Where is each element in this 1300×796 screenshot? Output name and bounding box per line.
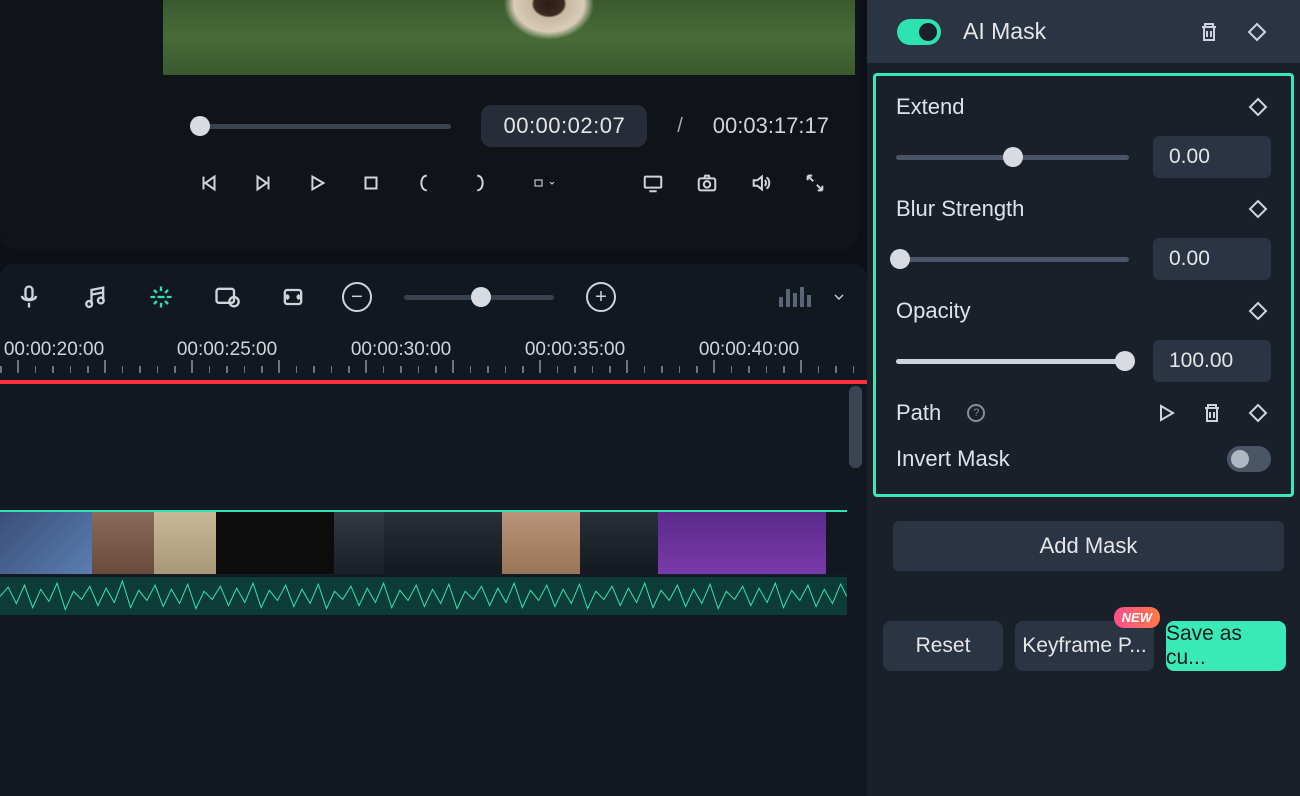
clip-thumb[interactable] (658, 512, 826, 574)
step-forward-icon[interactable] (249, 169, 277, 197)
extend-slider[interactable] (896, 155, 1129, 160)
timeline-ruler[interactable]: 00:00:20:00 00:00:25:00 00:00:30:00 00:0… (0, 332, 867, 382)
mark-out-icon[interactable] (465, 169, 493, 197)
chevron-down-icon[interactable] (831, 280, 847, 314)
clip-thumb[interactable] (502, 512, 580, 574)
save-as-custom-button[interactable]: Save as cu... (1166, 621, 1286, 671)
invert-mask-label: Invert Mask (896, 446, 1010, 472)
blur-value[interactable]: 0.00 (1153, 238, 1271, 280)
preview-section: 00:00:02:07 / 00:03:17:17 (0, 0, 859, 250)
record-screen-icon[interactable] (210, 280, 244, 314)
duration: 00:03:17:17 (713, 113, 829, 139)
add-mask-button[interactable]: Add Mask (893, 521, 1284, 571)
track-view-icon[interactable] (779, 287, 811, 307)
clip-thumb[interactable] (334, 512, 384, 574)
keyframe-diamond-icon[interactable] (1244, 19, 1270, 45)
opacity-slider[interactable] (896, 359, 1129, 364)
step-back-icon[interactable] (195, 169, 223, 197)
help-icon[interactable]: ? (967, 404, 985, 422)
keyframe-diamond-icon[interactable] (1245, 298, 1271, 324)
panel-title: AI Mask (963, 18, 1174, 45)
timeline-scrollbar[interactable] (849, 386, 862, 468)
clip-thumb[interactable] (92, 512, 154, 574)
slider-handle[interactable] (1003, 147, 1023, 167)
clip-thumb[interactable] (580, 512, 658, 574)
timeline: 00:00:20:00 00:00:25:00 00:00:30:00 00:0… (0, 332, 867, 796)
play-icon[interactable] (303, 169, 331, 197)
keyframe-diamond-icon[interactable] (1245, 400, 1271, 426)
time-separator: / (677, 115, 683, 138)
ripple-icon[interactable] (276, 280, 310, 314)
fullscreen-icon[interactable] (801, 169, 829, 197)
keyframe-diamond-icon[interactable] (1245, 94, 1271, 120)
mask-properties-box: Extend 0.00 Blur Strength 0.00 (873, 73, 1294, 497)
stop-icon[interactable] (357, 169, 385, 197)
slider-handle[interactable] (1115, 351, 1135, 371)
timeline-toolbar: − + (0, 264, 867, 332)
mark-in-icon[interactable] (411, 169, 439, 197)
scrubber-handle[interactable] (190, 116, 210, 136)
reset-button[interactable]: Reset (883, 621, 1003, 671)
opacity-label: Opacity (896, 298, 971, 324)
crop-dropdown-icon[interactable] (519, 169, 571, 197)
audio-track[interactable] (0, 577, 847, 615)
clip-thumb[interactable] (0, 512, 92, 574)
new-badge: NEW (1114, 607, 1160, 628)
path-label: Path (896, 400, 941, 426)
auto-beat-icon[interactable] (144, 280, 178, 314)
ruler-label: 00:00:30:00 (351, 339, 451, 361)
voiceover-icon[interactable] (12, 280, 46, 314)
clip-thumb[interactable] (154, 512, 216, 574)
keyframe-diamond-icon[interactable] (1245, 196, 1271, 222)
video-track[interactable] (0, 510, 847, 575)
volume-icon[interactable] (747, 169, 775, 197)
ruler-label: 00:00:40:00 (699, 339, 799, 361)
current-time[interactable]: 00:00:02:07 (481, 105, 647, 147)
slider-handle[interactable] (890, 249, 910, 269)
trash-icon[interactable] (1199, 400, 1225, 426)
ai-mask-toggle[interactable] (897, 19, 941, 45)
display-icon[interactable] (639, 169, 667, 197)
zoom-slider[interactable] (404, 295, 554, 300)
playback-scrubber[interactable] (190, 124, 451, 129)
playhead-region (0, 380, 867, 384)
blur-slider[interactable] (896, 257, 1129, 262)
ruler-label: 00:00:25:00 (177, 339, 277, 361)
trash-icon[interactable] (1196, 19, 1222, 45)
opacity-value[interactable]: 100.00 (1153, 340, 1271, 382)
preview-video-frame (163, 0, 855, 75)
keyframe-panel-button[interactable]: Keyframe P... NEW (1015, 621, 1154, 671)
ruler-label: 00:00:20:00 (4, 339, 104, 361)
play-path-icon[interactable] (1153, 400, 1179, 426)
extend-label: Extend (896, 94, 965, 120)
zoom-in-button[interactable]: + (586, 282, 616, 312)
blur-label: Blur Strength (896, 196, 1024, 222)
clip-thumb[interactable] (216, 512, 334, 574)
keyframe-button-label: Keyframe P... (1022, 634, 1147, 658)
zoom-out-button[interactable]: − (342, 282, 372, 312)
snapshot-icon[interactable] (693, 169, 721, 197)
invert-mask-toggle[interactable] (1227, 446, 1271, 472)
music-note-icon[interactable] (78, 280, 112, 314)
properties-panel: AI Mask Extend 0.00 Blur Strength (867, 0, 1300, 796)
ruler-label: 00:00:35:00 (525, 339, 625, 361)
clip-thumb[interactable] (384, 512, 502, 574)
zoom-handle[interactable] (471, 287, 491, 307)
extend-value[interactable]: 0.00 (1153, 136, 1271, 178)
